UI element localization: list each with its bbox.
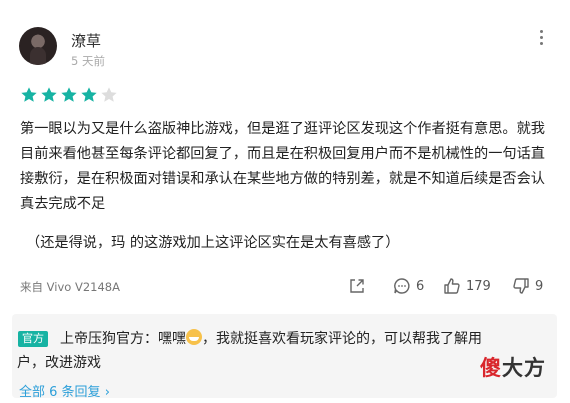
user-avatar[interactable] bbox=[19, 27, 57, 65]
official-badge: 官方 bbox=[18, 331, 48, 347]
reply-author[interactable]: 上帝压狗官方： bbox=[60, 331, 158, 347]
review-card: 潦草 5 天前 第一眼以为又是什么盗版神比游戏，但是逛了逛评论区发现这个作者挺有… bbox=[0, 0, 570, 403]
chevron-right-icon: › bbox=[104, 385, 110, 400]
thumbs-up-icon bbox=[444, 278, 460, 294]
like-count: 179 bbox=[466, 278, 491, 294]
reply-text-line: 户，改进游戏 bbox=[17, 355, 101, 371]
watermark: 傻大方 bbox=[480, 352, 546, 382]
star-filled-icon bbox=[21, 87, 37, 102]
review-paragraph: 第一眼以为又是什么盗版神比游戏，但是逛了逛评论区发现这个作者挺有意思。就我目前来… bbox=[20, 121, 545, 212]
view-all-replies-link[interactable]: 全部 6 条回复 › bbox=[19, 381, 110, 400]
review-text: 第一眼以为又是什么盗版神比游戏，但是逛了逛评论区发现这个作者挺有意思。就我目前来… bbox=[20, 117, 548, 256]
comment-button[interactable]: 6 bbox=[392, 276, 424, 296]
comment-count: 6 bbox=[416, 278, 425, 294]
reply-text-part: 嘿嘿 bbox=[158, 331, 186, 347]
share-button[interactable] bbox=[347, 276, 367, 296]
star-filled-icon bbox=[61, 87, 77, 102]
share-icon bbox=[350, 279, 364, 293]
watermark-red-char: 傻 bbox=[480, 356, 502, 380]
review-paragraph: （还是得说，玛 的这游戏加上这评论区实在是太有喜感了） bbox=[26, 235, 400, 251]
watermark-rest: 大方 bbox=[502, 356, 546, 380]
more-options-icon[interactable] bbox=[540, 30, 544, 48]
like-button[interactable]: 179 bbox=[442, 276, 491, 296]
device-info: 来自 Vivo V2148A bbox=[20, 280, 120, 294]
reply-text-part: ，我就挺喜欢看玩家评论的，可以帮我了解用 bbox=[202, 331, 482, 347]
grin-emoji-icon bbox=[186, 329, 202, 345]
official-reply-box[interactable]: 官方 上帝压狗官方：嘿嘿 ，我就挺喜欢看玩家评论的，可以帮我了解用 户，改进游戏 … bbox=[12, 314, 557, 400]
official-reply-text: 上帝压狗官方：嘿嘿 ，我就挺喜欢看玩家评论的，可以帮我了解用 户，改进游戏 bbox=[17, 327, 550, 375]
comment-icon bbox=[394, 278, 410, 294]
star-filled-icon bbox=[41, 87, 57, 102]
star-rating bbox=[20, 86, 118, 104]
dislike-count: 9 bbox=[535, 278, 544, 294]
all-replies-label: 全部 6 条回复 bbox=[19, 385, 101, 400]
username[interactable]: 潦草 bbox=[71, 30, 101, 51]
thumbs-down-icon bbox=[513, 278, 529, 294]
dislike-button[interactable]: 9 bbox=[511, 276, 543, 296]
star-filled-icon bbox=[81, 87, 97, 102]
post-time: 5 天前 bbox=[71, 54, 105, 68]
star-empty-icon bbox=[101, 87, 117, 102]
